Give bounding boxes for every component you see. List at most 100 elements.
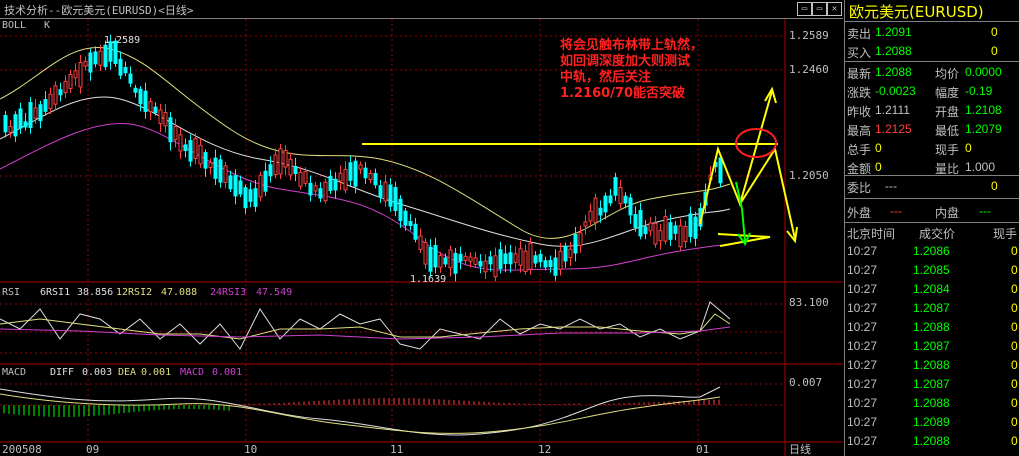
sell-volume: 0 xyxy=(991,25,998,39)
candle-body xyxy=(223,165,228,183)
candle-body xyxy=(678,225,683,248)
rsi1-line xyxy=(0,301,731,350)
price-tick: 1.2050 xyxy=(789,169,829,182)
quote-value: 0 xyxy=(875,141,882,155)
candle-body xyxy=(563,245,568,262)
tick-time: 10:27 xyxy=(847,358,878,372)
divider xyxy=(845,222,1019,223)
tick-time: 10:27 xyxy=(847,244,878,258)
candle-body xyxy=(73,70,78,79)
candle-body xyxy=(533,255,538,264)
ticks-header: 北京时间 成交价 现手 xyxy=(845,224,1019,243)
quote-value: -0.0023 xyxy=(875,84,916,98)
buy-price: 1.2088 xyxy=(875,44,912,58)
candle-body xyxy=(8,126,13,133)
candle-body xyxy=(638,210,643,237)
candle-body xyxy=(338,172,343,182)
candle-body xyxy=(628,197,633,216)
candle-body xyxy=(133,87,138,93)
candle-body xyxy=(148,101,153,113)
minimize-button[interactable]: ▭ xyxy=(797,2,812,16)
price-tick: 1.2589 xyxy=(789,29,829,42)
window-title: 技术分析--欧元美元(EURUSD)<日线> xyxy=(4,4,194,17)
candle-body xyxy=(418,235,423,250)
quote-value: 1.2111 xyxy=(875,103,910,117)
candle-body xyxy=(238,180,243,195)
candle-body xyxy=(343,168,348,191)
quote-value: 0.0000 xyxy=(965,65,1002,79)
buy-label: 买入 xyxy=(847,46,872,60)
candle-body xyxy=(218,159,223,183)
quote-row: 涨跌 -0.0023 幅度 -0.19 xyxy=(845,82,1019,101)
weibi-number: 0 xyxy=(991,179,998,193)
candle-body xyxy=(393,187,398,212)
candle-body xyxy=(138,88,143,105)
rsi-header: RSI 6RSI1 38.856 12RSI2 47.088 24RSI3 47… xyxy=(2,287,292,298)
candle-body xyxy=(263,170,268,192)
tick-volume: 0 xyxy=(1011,434,1018,448)
candle-body xyxy=(118,58,123,76)
tick-price: 1.2088 xyxy=(913,320,950,334)
candle-body xyxy=(253,188,258,207)
close-button[interactable]: ✕ xyxy=(827,2,842,16)
candle-body xyxy=(493,255,498,278)
tick-price: 1.2085 xyxy=(913,263,950,277)
quote-row: 总手 0 现手 0 xyxy=(845,139,1019,158)
low-marker: 1.1639 xyxy=(410,274,446,285)
candle-body xyxy=(578,232,583,247)
tick-volume: 0 xyxy=(1011,244,1018,258)
rsi3-label: 24RSI3 xyxy=(210,287,246,298)
candle-body xyxy=(473,257,478,265)
candle-body xyxy=(513,253,518,263)
quote-label: 幅度 xyxy=(935,86,960,100)
quote-label: 昨收 xyxy=(847,105,872,119)
candle-body xyxy=(198,144,203,165)
candle-body xyxy=(463,255,468,262)
kline-chart[interactable]: 1.2589 1.2460 1.2050 83.100 0.007 200508… xyxy=(0,19,843,456)
quote-label: 总手 xyxy=(847,143,872,157)
quote-value: 1.2108 xyxy=(965,103,1002,117)
tick-price: 1.2087 xyxy=(913,377,950,391)
candle-body xyxy=(293,165,298,175)
divider xyxy=(845,175,1019,176)
candle-body xyxy=(613,177,618,196)
candle-body xyxy=(153,106,158,114)
maximize-button[interactable]: ▭ xyxy=(812,2,827,16)
candle-body xyxy=(403,210,408,226)
quote-label: 最低 xyxy=(935,124,960,138)
tick-price: 1.2088 xyxy=(913,358,950,372)
candle-body xyxy=(623,195,628,204)
tick-row: 10:27 1.2086 0 xyxy=(845,243,1019,262)
tick-time: 10:27 xyxy=(847,434,878,448)
tick-row: 10:27 1.2088 0 xyxy=(845,395,1019,414)
tick-time: 10:27 xyxy=(847,396,878,410)
tick-volume: 0 xyxy=(1011,263,1018,277)
candle-body xyxy=(468,256,473,262)
candle-body xyxy=(278,148,283,175)
buy-volume: 0 xyxy=(991,44,998,58)
tick-price: 1.2086 xyxy=(913,244,950,258)
quote-label: 现手 xyxy=(935,143,960,157)
candle-body xyxy=(573,234,578,254)
candle-body xyxy=(383,181,388,202)
tick-price: 1.2087 xyxy=(913,301,950,315)
candle-body xyxy=(143,90,148,113)
candle-body xyxy=(228,175,233,190)
quote-label: 涨跌 xyxy=(847,86,872,100)
candle-body xyxy=(213,157,218,179)
candle-body xyxy=(78,62,83,88)
tick-volume: 0 xyxy=(1011,358,1018,372)
macd-value: 0.001 xyxy=(212,367,242,378)
candle-body xyxy=(28,102,33,129)
candle-body xyxy=(178,134,183,152)
quote-value: 1.2088 xyxy=(875,65,912,79)
candle-body xyxy=(158,109,163,125)
kline-label: K xyxy=(44,20,50,31)
candle-body xyxy=(523,250,528,273)
quote-value: 1.2079 xyxy=(965,122,1002,136)
candle-body xyxy=(498,249,503,269)
candle-body xyxy=(633,214,638,228)
tick-row: 10:27 1.2088 0 xyxy=(845,319,1019,338)
candle-body xyxy=(553,257,558,276)
candle-body xyxy=(103,44,108,68)
